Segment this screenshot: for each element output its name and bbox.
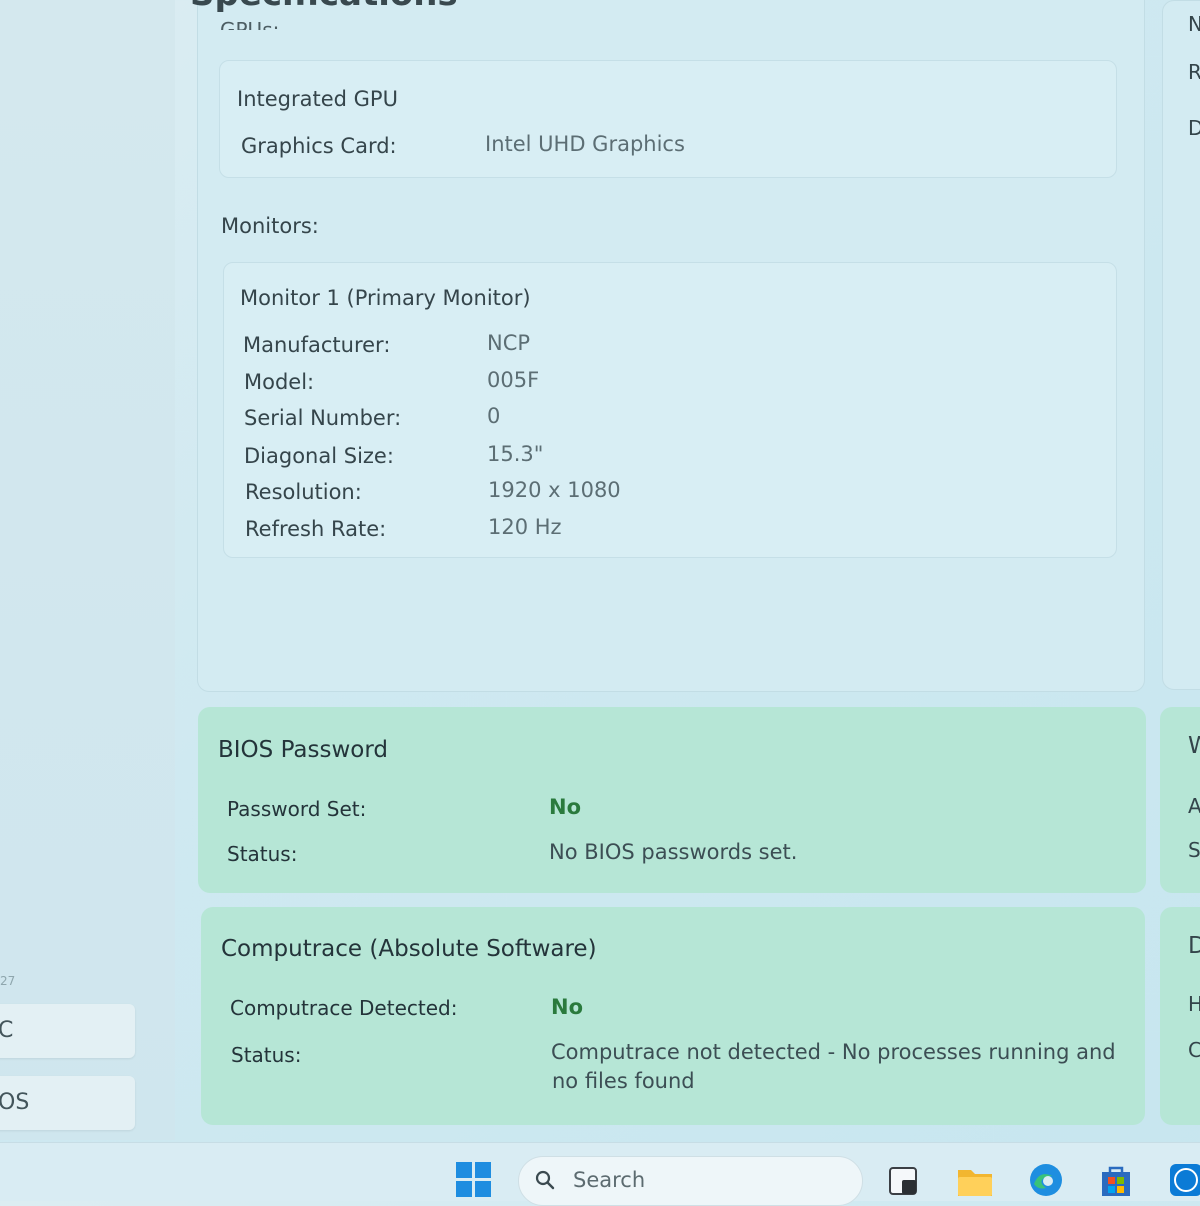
- microsoft-store-icon[interactable]: [1096, 1160, 1136, 1200]
- search-icon: [535, 1170, 555, 1190]
- task-view-icon[interactable]: [884, 1160, 924, 1200]
- refresh-rate-label: Refresh Rate:: [245, 517, 387, 541]
- model-label: Model:: [244, 370, 315, 394]
- right-edge-text: D: [1188, 116, 1200, 140]
- windows-start-icon[interactable]: [456, 1162, 492, 1198]
- sidebar-item-2[interactable]: OS: [0, 1076, 135, 1130]
- dell-icon[interactable]: [1166, 1160, 1200, 1200]
- taskbar-search-box[interactable]: [518, 1156, 863, 1206]
- computrace-status-value-line1: Computrace not detected - No processes r…: [551, 1040, 1116, 1064]
- sidebar-item-1[interactable]: C: [0, 1004, 135, 1058]
- monitors-label: Monitors:: [221, 214, 319, 238]
- right-edge-text: W: [1188, 733, 1200, 759]
- sidebar-item-label: OS: [0, 1090, 30, 1115]
- computrace-status-value-line2: no files found: [552, 1069, 695, 1093]
- right-edge-text: N: [1188, 12, 1200, 36]
- bios-status-label: Status:: [227, 842, 298, 866]
- manufacturer-label: Manufacturer:: [243, 333, 391, 357]
- diagonal-size-value: 15.3": [487, 442, 544, 466]
- right-edge-text: R: [1188, 60, 1200, 84]
- right-edge-text: C: [1188, 1038, 1200, 1062]
- gpu-card-title: Integrated GPU: [237, 87, 398, 111]
- computrace-status-label: Status:: [231, 1043, 302, 1067]
- edge-browser-icon[interactable]: [1026, 1160, 1066, 1200]
- serial-number-label: Serial Number:: [244, 406, 402, 430]
- diagonal-size-label: Diagonal Size:: [244, 444, 394, 468]
- page-title: Specifications: [190, 0, 458, 14]
- password-set-label: Password Set:: [227, 797, 367, 821]
- resolution-label: Resolution:: [245, 480, 362, 504]
- gpus-heading: GPUs:: [220, 18, 280, 30]
- computrace-title: Computrace (Absolute Software): [221, 936, 597, 962]
- right-edge-text: A: [1188, 794, 1200, 818]
- sidebar-version-text: 27: [0, 974, 16, 988]
- right-info-panel: [1162, 0, 1200, 690]
- manufacturer-value: NCP: [487, 331, 531, 355]
- integrated-gpu-card: [219, 60, 1117, 178]
- password-set-value: No: [549, 795, 582, 819]
- bios-password-title: BIOS Password: [218, 737, 389, 763]
- right-edge-text: D: [1188, 933, 1200, 959]
- graphics-card-value: Intel UHD Graphics: [485, 132, 685, 156]
- resolution-value: 1920 x 1080: [488, 478, 621, 502]
- right-edge-text: H: [1188, 992, 1200, 1016]
- bios-status-value: No BIOS passwords set.: [549, 840, 798, 864]
- file-explorer-icon[interactable]: [955, 1160, 995, 1200]
- refresh-rate-value: 120 Hz: [488, 515, 562, 539]
- serial-number-value: 0: [487, 404, 501, 428]
- search-placeholder: Search: [573, 1168, 646, 1192]
- model-value: 005F: [487, 368, 540, 392]
- computrace-detected-label: Computrace Detected:: [230, 996, 458, 1020]
- monitor-card-title: Monitor 1 (Primary Monitor): [240, 286, 531, 310]
- sidebar: [0, 0, 175, 1140]
- sidebar-item-label: C: [0, 1018, 14, 1043]
- computrace-detected-value: No: [551, 995, 584, 1019]
- graphics-card-label: Graphics Card:: [241, 134, 397, 158]
- right-edge-text: S: [1188, 838, 1200, 862]
